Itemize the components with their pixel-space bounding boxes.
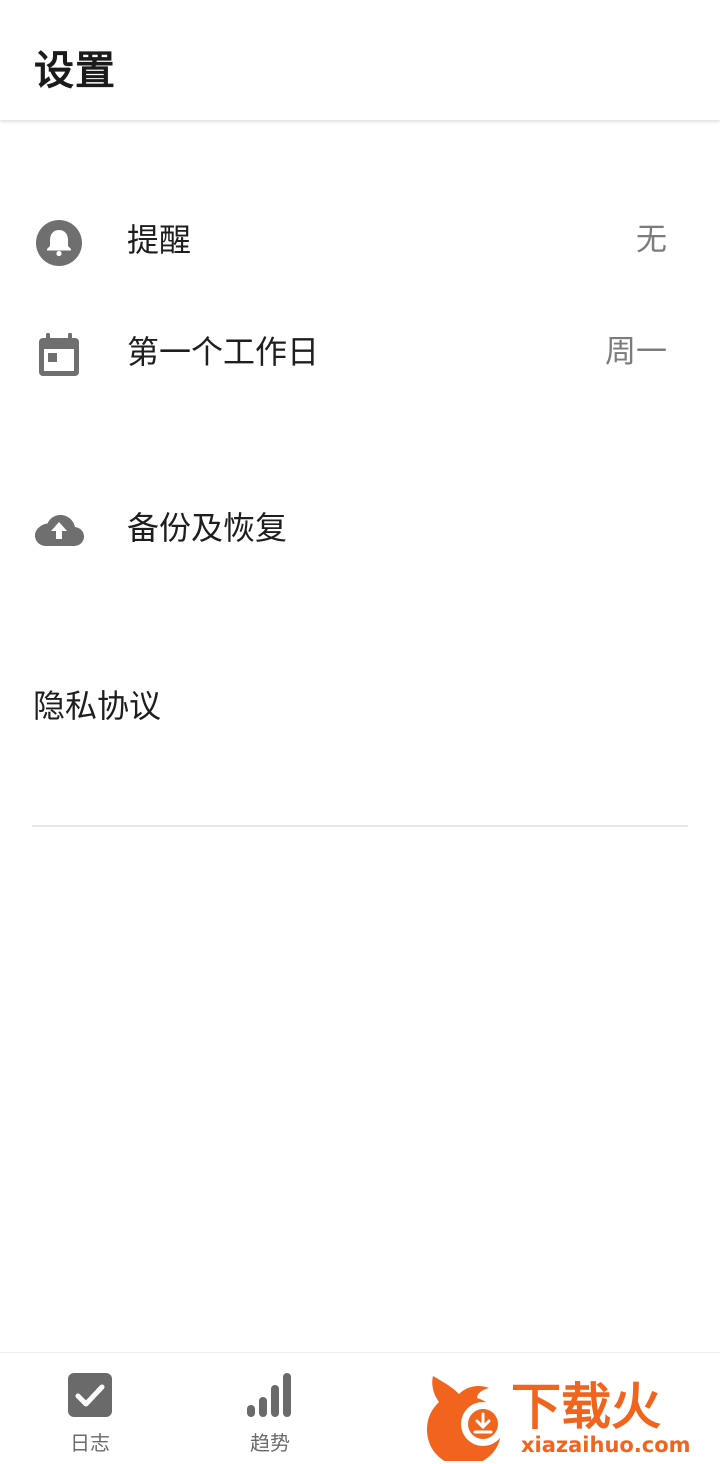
checkbox-icon <box>68 1373 112 1417</box>
svg-text:下载火: 下载火 <box>511 1378 661 1436</box>
cloud-upload-icon <box>35 515 84 546</box>
svg-text:xiazaihuo.com: xiazaihuo.com <box>521 1433 691 1457</box>
reminder-value: 无 <box>636 222 667 258</box>
first-workday-label: 第一个工作日 <box>127 333 320 371</box>
first-workday-setting[interactable]: 第一个工作日 周一 <box>0 308 720 398</box>
divider <box>32 825 688 827</box>
nav-log-tab[interactable]: 日志 <box>0 1353 180 1464</box>
xiazaihuo-watermark-logo: 下载火 xiazaihuo.com <box>427 1376 691 1461</box>
first-workday-value: 周一 <box>605 334 667 370</box>
bar-chart-icon <box>247 1373 291 1417</box>
nav-trend-label: 趋势 <box>250 1431 290 1455</box>
nav-trend-tab[interactable]: 趋势 <box>180 1353 360 1464</box>
bell-icon <box>36 220 82 266</box>
privacy-policy-link[interactable]: 隐私协议 <box>33 686 161 726</box>
backup-restore-setting[interactable]: 备份及恢复 <box>0 484 720 574</box>
reminder-setting[interactable]: 提醒 无 <box>0 196 720 286</box>
calendar-icon <box>39 333 79 376</box>
reminder-label: 提醒 <box>127 221 192 259</box>
app-bar: 设置 <box>0 0 720 120</box>
nav-log-label: 日志 <box>70 1431 110 1455</box>
backup-restore-label: 备份及恢复 <box>127 509 288 547</box>
page-title: 设置 <box>34 48 116 94</box>
